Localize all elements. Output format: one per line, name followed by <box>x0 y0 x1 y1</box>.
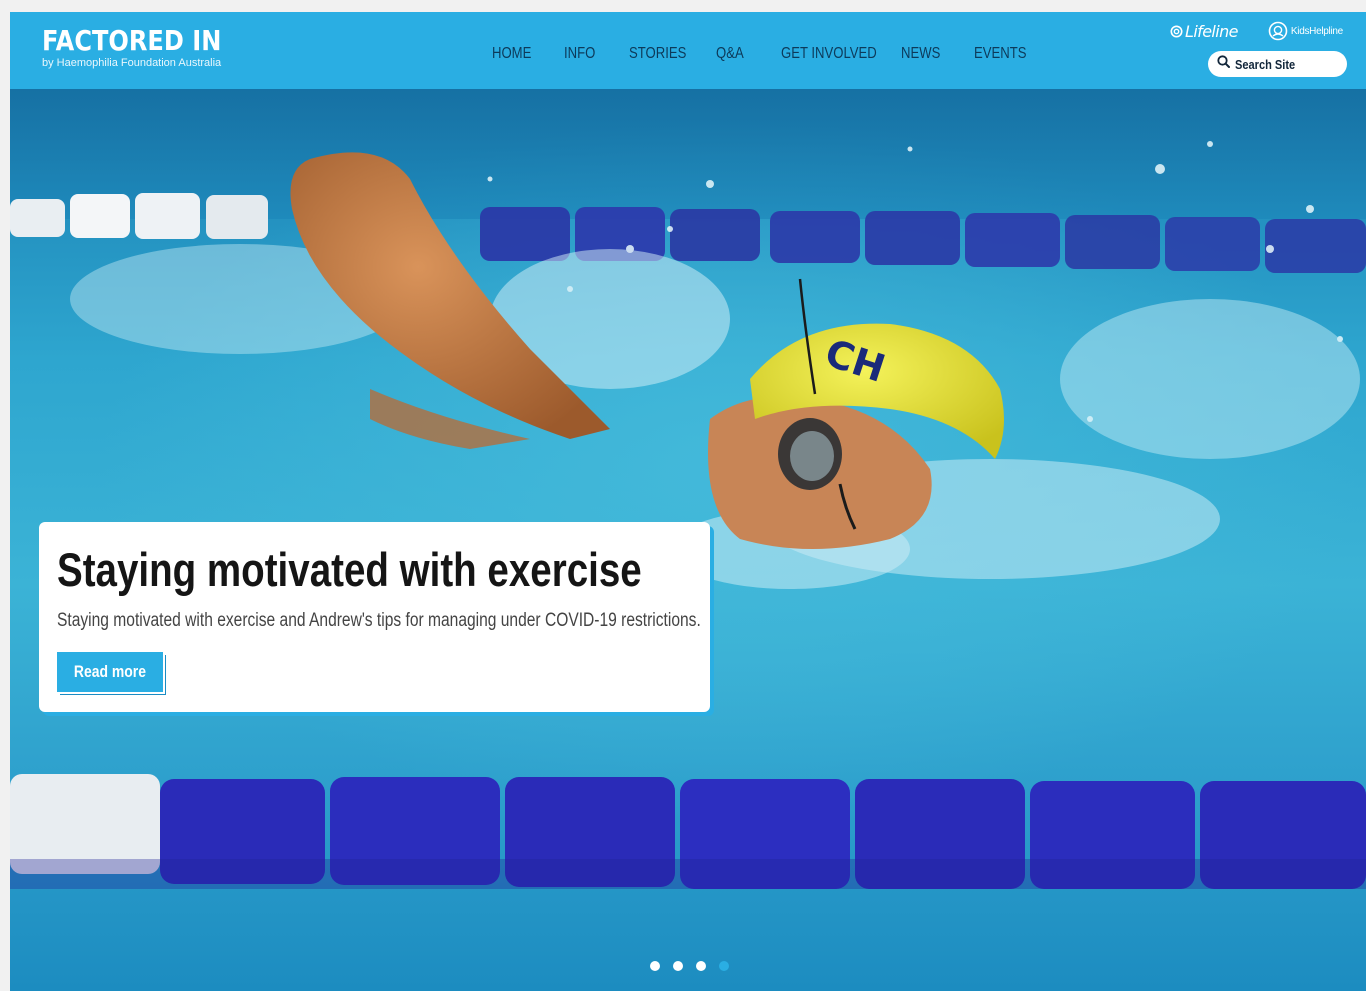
carousel-dot-1[interactable] <box>650 961 660 971</box>
featured-story-card: Staying motivated with exercise Staying … <box>39 522 710 712</box>
main-nav: HOME INFO STORIES Q&A GET INVOLVED NEWS … <box>492 44 1044 64</box>
kidshelpline-label: KidsHelpline <box>1290 25 1343 37</box>
lifeline-link[interactable]: Lifeline <box>1170 21 1239 41</box>
site-logo[interactable]: FACTORED IN by Haemophilia Foundation Au… <box>42 24 251 70</box>
kidshelpline-link[interactable]: KidsHelpline <box>1268 21 1343 41</box>
nav-stories[interactable]: STORIES <box>629 44 700 64</box>
search-placeholder: Search Site <box>1235 56 1296 72</box>
nav-events[interactable]: EVENTS <box>974 44 1031 64</box>
nav-qa[interactable]: Q&A <box>716 44 769 64</box>
search-icon <box>1217 55 1230 73</box>
nav-home[interactable]: HOME <box>492 44 551 64</box>
carousel-indicators <box>650 961 729 971</box>
hero-carousel: CH Staying motivated with exercise Stayi… <box>10 89 1366 991</box>
kidshelpline-logo-icon <box>1268 21 1288 41</box>
logo-title: FACTORED IN <box>42 24 222 57</box>
search-input[interactable]: Search Site <box>1208 51 1347 77</box>
site-header: FACTORED IN by Haemophilia Foundation Au… <box>10 12 1366 89</box>
near-lane-rope <box>10 774 1366 889</box>
partner-links: Lifeline KidsHelpline <box>1170 20 1343 42</box>
page-frame: FACTORED IN by Haemophilia Foundation Au… <box>10 12 1366 991</box>
read-more-button[interactable]: Read more <box>57 652 163 692</box>
carousel-dot-3[interactable] <box>696 961 706 971</box>
nav-news[interactable]: NEWS <box>901 44 961 64</box>
story-description: Staying motivated with exercise and Andr… <box>57 610 701 631</box>
nav-get-involved[interactable]: GET INVOLVED <box>781 44 879 64</box>
story-title: Staying motivated with exercise <box>57 543 642 596</box>
carousel-dot-2[interactable] <box>673 961 683 971</box>
nav-info[interactable]: INFO <box>564 44 617 64</box>
lifeline-label: Lifeline <box>1185 21 1239 41</box>
carousel-dot-4[interactable] <box>719 961 729 971</box>
lifeline-logo-icon <box>1170 25 1183 38</box>
logo-subtitle: by Haemophilia Foundation Australia <box>42 57 222 69</box>
read-more-label: Read more <box>73 662 147 681</box>
